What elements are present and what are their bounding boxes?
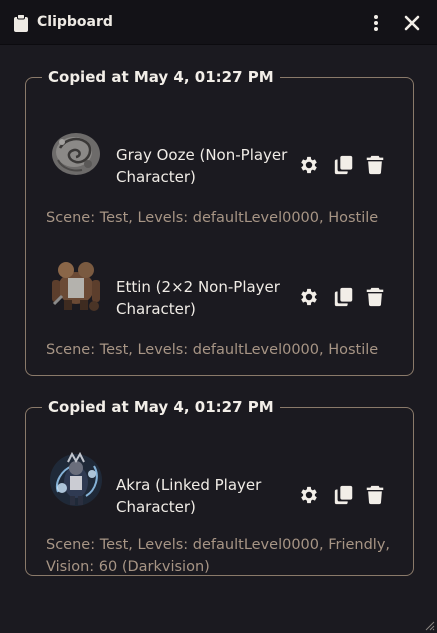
entry-name: Ettin (2×2 Non-Player Character) bbox=[116, 278, 280, 318]
clipboard-entry[interactable]: Gray Ooze (Non-Player Character) Scene: … bbox=[26, 124, 415, 234]
ettin-portrait bbox=[52, 262, 100, 311]
entry-meta: Scene: Test, Levels: defaultLevel0000, F… bbox=[46, 537, 391, 575]
copy-icon[interactable] bbox=[333, 484, 355, 506]
akra-portrait bbox=[50, 452, 102, 506]
gear-icon[interactable] bbox=[298, 154, 320, 176]
entry-meta: Scene: Test, Levels: defaultLevel0000, H… bbox=[46, 342, 379, 358]
trash-icon[interactable] bbox=[364, 286, 386, 308]
clipboard-icon bbox=[14, 14, 28, 32]
clipboard-entry[interactable]: Akra (Linked Player Character) Scene: Te… bbox=[26, 452, 415, 582]
entry-actions bbox=[298, 286, 390, 310]
entry-name: Gray Ooze (Non-Player Character) bbox=[116, 146, 288, 186]
copy-icon[interactable] bbox=[333, 286, 355, 308]
group-header: Copied at May 4, 01:27 PM bbox=[48, 68, 274, 86]
trash-icon[interactable] bbox=[364, 484, 386, 506]
group-header: Copied at May 4, 01:27 PM bbox=[48, 398, 274, 416]
clipboard-group: Copied at May 4, 01:27 PM Akra (Linked P… bbox=[25, 398, 414, 576]
entry-actions bbox=[298, 154, 390, 178]
resize-handle-icon[interactable] bbox=[423, 619, 435, 631]
window-title: Clipboard bbox=[37, 14, 113, 30]
entry-meta: Scene: Test, Levels: defaultLevel0000, H… bbox=[46, 210, 379, 226]
trash-icon[interactable] bbox=[364, 154, 386, 176]
gray-ooze-portrait bbox=[52, 133, 100, 175]
kebab-menu-icon[interactable] bbox=[370, 14, 382, 32]
copy-icon[interactable] bbox=[333, 154, 355, 176]
clipboard-window: Clipboard Copied at May 4, 01:27 PM Gray… bbox=[0, 0, 437, 633]
clipboard-group: Copied at May 4, 01:27 PM Gray Ooze (Non… bbox=[25, 68, 414, 376]
entry-name: Akra (Linked Player Character) bbox=[116, 476, 262, 516]
close-icon[interactable] bbox=[403, 14, 421, 32]
window-titlebar[interactable]: Clipboard bbox=[0, 0, 437, 45]
clipboard-entry[interactable]: Ettin (2×2 Non-Player Character) Scene: … bbox=[26, 256, 415, 366]
gear-icon[interactable] bbox=[298, 286, 320, 308]
gear-icon[interactable] bbox=[298, 484, 320, 506]
entry-actions bbox=[298, 484, 390, 508]
